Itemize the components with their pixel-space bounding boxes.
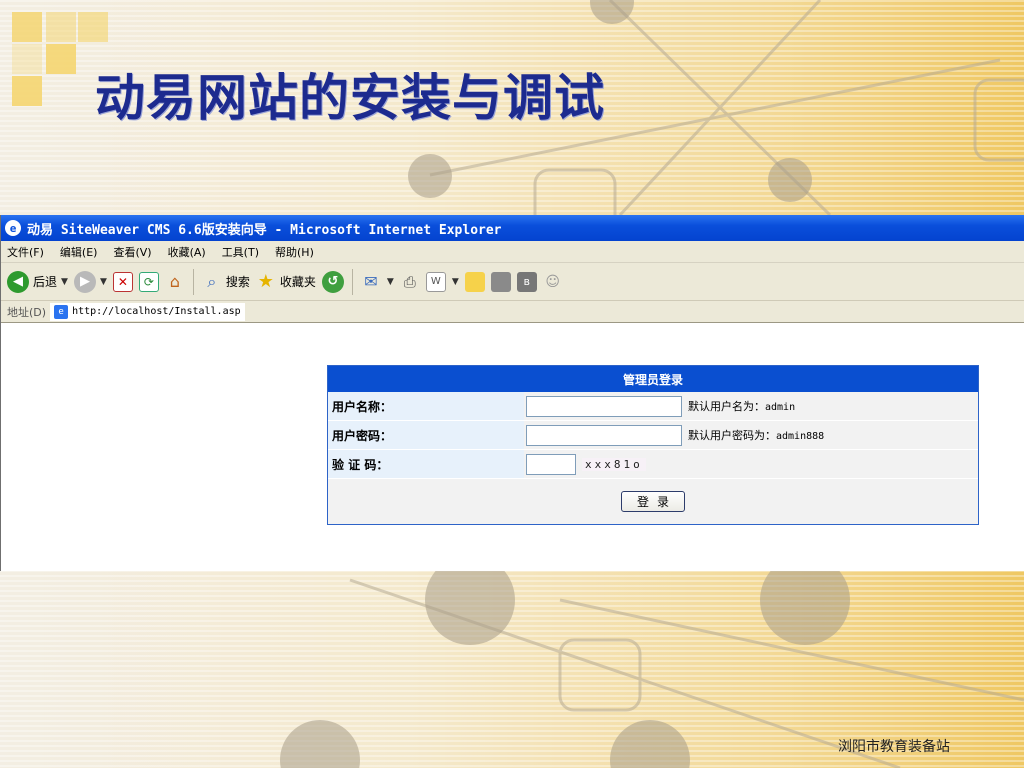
username-hint: 默认用户名为：admin <box>688 398 795 414</box>
password-row: 用户密码： 默认用户密码为：admin888 <box>328 421 978 450</box>
toolbar-separator <box>351 268 353 295</box>
back-arrow-icon: ◀ <box>7 270 29 293</box>
username-input[interactable] <box>526 395 682 417</box>
menu-file[interactable]: 文件(F) <box>7 244 44 260</box>
username-label: 用户名称： <box>328 392 524 420</box>
password-input[interactable] <box>526 424 682 446</box>
password-hint-value: admin888 <box>776 431 825 442</box>
favorites-button[interactable]: ★ 收藏夹 <box>256 271 316 292</box>
refresh-icon[interactable]: ⟳ <box>138 271 159 292</box>
menu-tools[interactable]: 工具(T) <box>222 244 259 260</box>
stop-icon[interactable]: ✕ <box>112 271 133 292</box>
back-dropdown-icon[interactable]: ▼ <box>61 277 68 287</box>
captcha-cell: xxx81o <box>524 450 978 478</box>
toolbar-separator <box>192 268 194 295</box>
footer-credit: 浏阳市教育装备站 <box>838 739 950 755</box>
messenger-icon[interactable] <box>490 271 511 292</box>
login-header: 管理员登录 <box>328 366 978 392</box>
mail-dropdown-icon[interactable]: ▼ <box>387 277 394 287</box>
password-cell: 默认用户密码为：admin888 <box>524 421 978 449</box>
password-hint-prefix: 默认用户密码为： <box>688 429 776 442</box>
edit-icon[interactable]: W <box>425 271 446 292</box>
search-icon: ⌕ <box>207 271 217 291</box>
back-button[interactable]: ◀ 后退 ▼ <box>7 270 68 293</box>
logo-square-3 <box>78 12 108 42</box>
history-icon[interactable]: ↺ <box>321 270 344 293</box>
username-hint-prefix: 默认用户名为： <box>688 400 765 413</box>
logo-square-5 <box>46 44 76 74</box>
home-icon[interactable]: ⌂ <box>165 272 185 292</box>
slide-title: 动易网站的安装与调试 <box>95 68 605 127</box>
menu-bar: 文件(F) 编辑(E) 查看(V) 收藏(A) 工具(T) 帮助(H) <box>1 241 1024 263</box>
forward-dropdown-icon[interactable]: ▼ <box>100 277 107 287</box>
page-icon: e <box>54 304 69 319</box>
page-content: 管理员登录 用户名称： 默认用户名为：admin 用户密码： 默认用户密码为：a… <box>1 323 1024 551</box>
logo-square-1 <box>12 12 42 42</box>
login-footer: 登录 <box>328 479 978 524</box>
admin-login-panel: 管理员登录 用户名称： 默认用户名为：admin 用户密码： 默认用户密码为：a… <box>327 365 979 525</box>
username-hint-value: admin <box>765 402 796 413</box>
search-button-label: 搜索 <box>225 275 250 289</box>
bluetooth-icon[interactable]: ʙ <box>516 271 537 292</box>
back-button-label: 后退 <box>33 275 58 289</box>
captcha-row: 验 证 码： xxx81o <box>328 450 978 479</box>
captcha-label: 验 证 码： <box>328 450 524 478</box>
toolbar: ◀ 后退 ▼ ▶ ▼ ✕ ⟳ ⌂ ⌕ 搜索 ★ 收藏夹 ↺ ✉ ▼ ⎙ W ▼ … <box>1 263 1024 301</box>
username-cell: 默认用户名为：admin <box>524 392 978 420</box>
forward-button[interactable]: ▶ ▼ <box>73 270 107 293</box>
note-icon[interactable] <box>464 271 485 292</box>
address-input[interactable]: e http://localhost/Install.asp <box>50 302 245 321</box>
login-button[interactable]: 登录 <box>621 491 685 512</box>
address-label: 地址(D) <box>7 305 47 319</box>
menu-favorites[interactable]: 收藏(A) <box>168 244 206 260</box>
ie-icon: e <box>5 220 21 236</box>
edit-dropdown-icon[interactable]: ▼ <box>452 277 459 287</box>
username-row: 用户名称： 默认用户名为：admin <box>328 392 978 421</box>
print-icon[interactable]: ⎙ <box>400 272 420 292</box>
favorites-button-label: 收藏夹 <box>279 275 316 289</box>
address-url: http://localhost/Install.asp <box>72 306 241 317</box>
password-hint: 默认用户密码为：admin888 <box>688 427 824 443</box>
forward-arrow-icon: ▶ <box>73 270 96 293</box>
captcha-input[interactable] <box>526 453 576 475</box>
menu-help[interactable]: 帮助(H) <box>275 244 314 260</box>
menu-view[interactable]: 查看(V) <box>113 244 151 260</box>
logo-square-6 <box>12 76 42 106</box>
password-label: 用户密码： <box>328 421 524 449</box>
window-title: 动易 SiteWeaver CMS 6.6版安装向导 - Microsoft I… <box>27 222 502 238</box>
logo-square-4 <box>12 44 42 74</box>
captcha-image[interactable]: xxx81o <box>582 457 646 471</box>
search-button[interactable]: ⌕ 搜索 <box>202 272 250 292</box>
logo-square-2 <box>46 12 76 42</box>
address-bar: 地址(D) e http://localhost/Install.asp <box>1 301 1024 323</box>
browser-window: e 动易 SiteWeaver CMS 6.6版安装向导 - Microsoft… <box>0 215 1024 571</box>
window-titlebar: e 动易 SiteWeaver CMS 6.6版安装向导 - Microsoft… <box>1 215 1024 241</box>
menu-edit[interactable]: 编辑(E) <box>60 244 98 260</box>
mail-icon[interactable]: ✉ <box>361 272 381 292</box>
star-icon: ★ <box>257 271 274 292</box>
users-icon[interactable]: ☺ <box>543 272 563 292</box>
